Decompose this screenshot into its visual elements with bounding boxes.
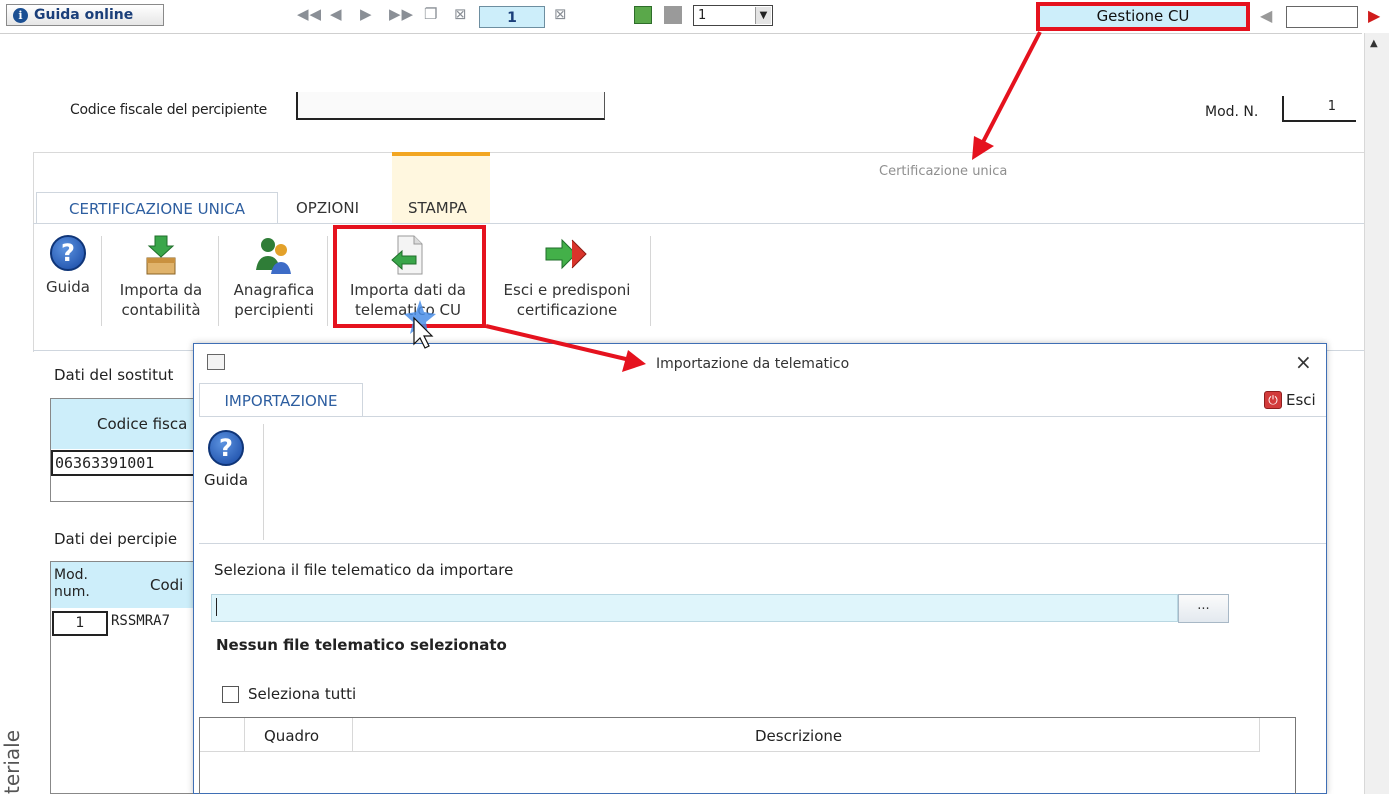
dati-percipienti-label: Dati dei percipie xyxy=(54,530,178,548)
add-module-icon[interactable] xyxy=(634,6,652,24)
tab-importazione[interactable]: IMPORTAZIONE xyxy=(199,383,363,417)
importa-telematico-highlight xyxy=(333,225,486,328)
dialog-title: Importazione da telematico xyxy=(656,356,850,372)
row-cf-cell[interactable]: RSSMRA7 xyxy=(111,613,170,629)
col-descrizione-header: Descrizione xyxy=(755,727,843,745)
importa-contabilita-label-2: contabilità xyxy=(121,301,201,319)
col-num-label: num. xyxy=(54,584,90,600)
guida-label: Guida xyxy=(45,278,90,296)
ribbon-separator xyxy=(101,236,102,326)
anagrafica-percipienti-button[interactable]: Anagrafica percipienti xyxy=(226,232,322,320)
esci-predisponi-label-1: Esci e predisponi xyxy=(503,281,631,299)
module-icon[interactable] xyxy=(664,6,682,24)
esci-button[interactable]: ⏻ Esci xyxy=(1264,391,1316,409)
ribbon-separator xyxy=(650,236,651,326)
close-icon[interactable]: × xyxy=(1295,350,1312,374)
dialog-guida-button[interactable]: ? Guida xyxy=(204,430,248,490)
dialog-guida-label: Guida xyxy=(204,471,249,489)
file-path-input[interactable] xyxy=(211,594,1178,622)
esci-predisponi-label-2: certificazione xyxy=(516,301,618,319)
esci-label: Esci xyxy=(1286,391,1316,409)
col-mod-label: Mod. xyxy=(54,567,88,583)
guida-online-button[interactable]: i Guida online xyxy=(6,4,164,26)
quadri-grid-header xyxy=(200,718,1260,752)
tab-certificazione-unica[interactable]: CERTIFICAZIONE UNICA xyxy=(36,192,278,224)
page-number-input[interactable]: 1 xyxy=(479,6,545,28)
first-page-icon[interactable]: ◀◀ xyxy=(297,5,322,23)
browse-button[interactable]: ... xyxy=(1178,594,1229,623)
scroll-up-icon[interactable]: ▲ xyxy=(1370,38,1378,49)
vertical-scrollbar[interactable] xyxy=(1364,33,1389,794)
select-all-checkbox[interactable] xyxy=(222,686,239,703)
people-icon xyxy=(256,238,291,274)
col-quadro-header: Quadro xyxy=(264,727,320,745)
help-icon: ? xyxy=(50,235,86,271)
anagrafica-label-1: Anagrafica xyxy=(233,281,315,299)
anagrafica-label-2: percipienti xyxy=(234,301,314,319)
esci-predisponi-button[interactable]: Esci e predisponi certificazione xyxy=(490,232,644,320)
info-icon: i xyxy=(13,7,28,23)
prev-page-icon[interactable]: ◀ xyxy=(330,5,343,23)
grid-col-divider xyxy=(244,718,245,752)
select-all-label[interactable]: Seleziona tutti xyxy=(248,685,356,703)
file-status-text: Nessun file telematico selezionato xyxy=(216,636,507,654)
section-input[interactable] xyxy=(1286,6,1358,28)
dialog-ribbon xyxy=(199,416,1326,544)
help-icon: ? xyxy=(208,430,244,466)
mod-number-label: Mod. N. xyxy=(1205,104,1259,120)
next-section-icon[interactable]: ▶ xyxy=(1368,6,1380,25)
prev-section-icon[interactable]: ◀ xyxy=(1260,6,1272,25)
chevron-down-icon[interactable]: ▼ xyxy=(755,7,771,24)
row-mod-num-cell[interactable]: 1 xyxy=(52,611,108,636)
delete-page-icon[interactable]: ⊠ xyxy=(454,5,468,23)
new-page-icon[interactable]: ❐ xyxy=(424,5,438,23)
gestione-cu-button[interactable]: Gestione CU xyxy=(1036,2,1250,31)
importa-contabilita-label-1: Importa da xyxy=(119,281,203,299)
cf-percipiente-label: Codice fiscale del percipiente xyxy=(70,102,267,118)
sostituto-cf-cell[interactable]: 06363391001 xyxy=(51,450,195,476)
toolbar-divider xyxy=(0,33,1362,34)
import-box-icon xyxy=(146,235,176,275)
grid-col-divider xyxy=(1259,718,1260,752)
guida-online-label: Guida online xyxy=(34,7,134,23)
tab-opzioni[interactable]: OPZIONI xyxy=(282,192,373,224)
ribbon-title: Certificazione unica xyxy=(879,164,1008,179)
importa-contabilita-button[interactable]: Importa da contabilità xyxy=(110,232,212,320)
col-codice-header: Codi xyxy=(150,576,184,594)
next-page-icon[interactable]: ▶ xyxy=(360,5,373,23)
dialog-window-icon xyxy=(207,354,225,370)
exit-arrow-icon xyxy=(545,238,587,270)
module-select[interactable]: 1 ▼ xyxy=(693,5,773,26)
tab-stampa[interactable]: STAMPA xyxy=(394,192,481,224)
guida-button[interactable]: ? Guida xyxy=(42,232,94,297)
remove-page-icon[interactable]: ⊠ xyxy=(554,5,568,23)
dialog-ribbon-separator xyxy=(263,424,264,540)
annotation-arrow-line xyxy=(980,31,1042,145)
ribbon-separator xyxy=(218,236,219,326)
mod-number-input[interactable]: 1 xyxy=(1282,96,1356,122)
sostituto-cf-header: Codice fisca xyxy=(51,399,195,449)
exit-icon: ⏻ xyxy=(1264,391,1282,409)
select-file-label: Seleziona il file telematico da importar… xyxy=(214,561,514,579)
col-mod-num-header: Mod. num. xyxy=(54,567,90,601)
side-vertical-text: teriale xyxy=(0,729,24,794)
last-page-icon[interactable]: ▶▶ xyxy=(389,5,414,23)
ribbon-separator xyxy=(327,236,328,326)
cf-percipiente-input[interactable] xyxy=(296,92,605,120)
text-caret xyxy=(216,598,217,616)
module-select-value: 1 xyxy=(698,8,707,23)
grid-col-divider xyxy=(352,718,353,752)
dati-sostituto-label: Dati del sostitut xyxy=(54,366,174,384)
